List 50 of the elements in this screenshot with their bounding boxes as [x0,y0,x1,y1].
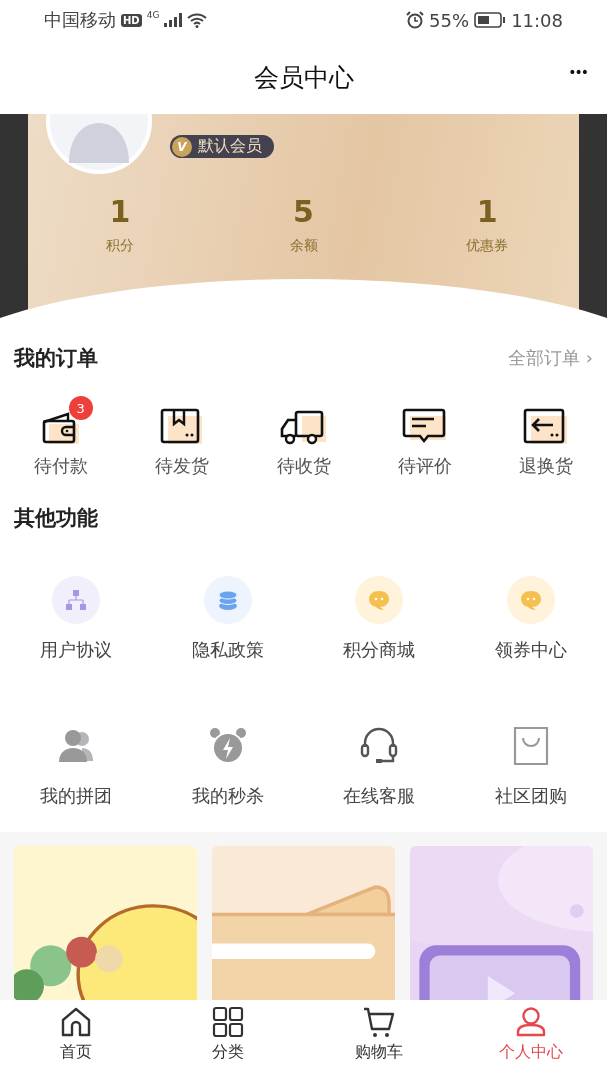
tab-bar-item[interactable]: 首页 [0,1000,152,1080]
feature-button[interactable]: 用户协议 [0,576,152,662]
network-type: 4G [146,10,160,20]
alarm-icon [406,11,425,29]
battery-percent: 55% [429,9,470,31]
stat-value[interactable]: 1 [476,194,498,229]
cart-icon [363,1006,396,1038]
coin-stack-icon [203,576,252,624]
page-title: 会员中心 [253,61,354,94]
signal-icon [164,13,183,27]
stat-value[interactable]: 5 [293,194,314,229]
stat-label: 积分 [105,237,134,255]
carrier-name: 中国移动 [44,8,116,32]
order-status-button[interactable]: 3 待付款 [0,392,122,478]
more-button[interactable]: ••• [568,64,587,80]
wallet-icon [40,412,81,446]
clock: 11:08 [511,9,563,31]
feature-button[interactable]: 领券中心 [455,576,607,662]
count-badge: 3 [68,396,93,420]
wifi-icon [187,12,208,28]
chat-bubble-icon [355,576,404,624]
user-icon [515,1006,548,1038]
hd-badge: HD [121,13,142,27]
truck-icon [279,410,328,446]
section-title: 我的订单 [14,345,98,372]
feature-button[interactable]: 社区团购 [455,722,607,808]
box-icon [160,408,205,446]
tab-bar-item[interactable]: 购物车 [303,1000,456,1080]
order-status-button[interactable]: 待评价 [364,392,486,478]
order-status-button[interactable]: 待收货 [242,392,365,478]
order-status-button[interactable]: 待发货 [121,392,243,478]
stat-label: 优惠券 [466,237,509,255]
grid-icon [211,1006,244,1038]
section-title: 其他功能 [14,505,98,532]
stat-value[interactable]: 1 [109,194,131,229]
home-icon [59,1006,92,1038]
tab-bar-item[interactable]: 分类 [151,1000,304,1080]
feature-button[interactable]: 积分商城 [303,576,456,662]
stat-label: 余额 [289,237,318,255]
order-status-button[interactable]: 退换货 [485,392,607,478]
return-icon [523,408,570,446]
feature-button[interactable]: 隐私政策 [151,576,304,662]
hierarchy-icon [51,576,100,624]
member-level-badge: V 默认会员 [170,135,274,158]
feature-button[interactable]: 我的拼团 [0,722,152,808]
battery-icon [474,12,507,28]
tab-bar-item[interactable]: 个人中心 [455,1000,607,1080]
feature-button[interactable]: 在线客服 [303,722,456,808]
chat-bubble-icon [507,576,556,624]
feature-button[interactable]: 我的秒杀 [151,722,304,808]
